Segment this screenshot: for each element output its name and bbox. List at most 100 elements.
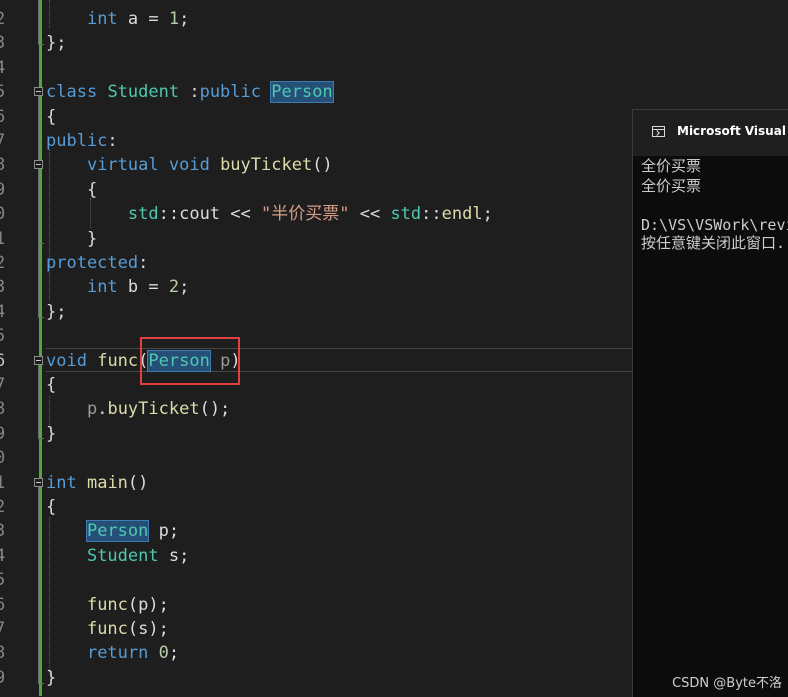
line-number: 1 xyxy=(0,229,6,249)
code-token: : xyxy=(179,82,200,102)
fold-toggle-class[interactable] xyxy=(34,87,43,96)
code-token: b = xyxy=(117,277,169,297)
type-token: Student xyxy=(107,82,180,102)
code-line[interactable]: protected: xyxy=(46,251,148,275)
code-line[interactable]: { xyxy=(46,105,56,129)
line-number: 4 xyxy=(0,302,6,322)
fold-region-end xyxy=(38,44,44,45)
debug-console-window[interactable]: Microsoft Visual Studio Debug Console 全价… xyxy=(632,109,788,697)
code-token: { xyxy=(46,497,57,517)
code-line[interactable]: return 0; xyxy=(46,641,179,665)
code-token: << xyxy=(349,204,391,224)
line-number: 9 xyxy=(0,668,6,688)
function-token: main xyxy=(86,473,128,493)
code-line[interactable]: Person p; xyxy=(46,519,179,543)
code-line[interactable]: }; xyxy=(46,31,66,55)
keyword-token: int xyxy=(86,9,118,29)
code-line[interactable]: { xyxy=(46,495,56,519)
fold-toggle-main[interactable] xyxy=(34,478,43,487)
keyword-token: protected xyxy=(46,253,139,273)
code-token: p; xyxy=(148,521,180,541)
type-token-highlighted: Person xyxy=(85,520,150,542)
code-token: { xyxy=(46,107,57,127)
line-number: 3 xyxy=(0,521,6,541)
line-number: 2 xyxy=(0,9,6,29)
fold-region-line xyxy=(38,96,39,317)
code-line[interactable]: } xyxy=(46,227,97,251)
fold-region-line xyxy=(38,365,39,438)
watermark: CSDN @Byte不洛 xyxy=(672,676,782,691)
terminal-icon xyxy=(652,126,665,137)
code-line[interactable]: } xyxy=(46,666,56,690)
keyword-token: int xyxy=(86,277,118,297)
console-output-line: 按任意键关闭此窗口... xyxy=(641,234,788,252)
code-token: ; xyxy=(168,643,180,663)
code-line[interactable]: func(s); xyxy=(46,617,169,641)
keyword-token: int xyxy=(46,473,77,493)
type-token-highlighted: Person xyxy=(270,81,334,103)
code-token: (p); xyxy=(127,595,169,615)
line-number: 5 xyxy=(0,326,6,346)
function-token: func xyxy=(86,595,128,615)
fold-region-line xyxy=(38,487,39,683)
line-number: 2 xyxy=(0,253,6,273)
code-line[interactable]: int b = 2; xyxy=(46,275,189,299)
code-token: } xyxy=(46,424,57,444)
line-number: 7 xyxy=(0,375,6,395)
fold-region-end xyxy=(38,317,44,318)
console-titlebar[interactable]: Microsoft Visual Studio Debug Console xyxy=(633,110,788,156)
code-token: } xyxy=(46,668,57,688)
function-token: buyTicket xyxy=(220,155,313,175)
code-token: ; xyxy=(482,204,493,224)
line-number: 0 xyxy=(0,448,6,468)
line-number: 0 xyxy=(0,204,6,224)
console-output-line: 全价买票 xyxy=(641,177,702,195)
fold-toggle-method[interactable] xyxy=(34,160,43,169)
code-line[interactable]: }; xyxy=(46,300,66,324)
function-token: func xyxy=(86,619,128,639)
console-output-line: D:\VS\VSWork\review xyxy=(641,216,788,234)
line-number: 3 xyxy=(0,277,6,297)
code-line[interactable]: { xyxy=(46,178,97,202)
code-line[interactable]: int a = 1; xyxy=(46,7,189,31)
code-token: : xyxy=(107,131,118,151)
code-line-class-declaration[interactable]: class Student :public Person xyxy=(46,80,334,104)
change-indicator-bar xyxy=(39,0,42,696)
function-token: endl xyxy=(441,204,483,224)
line-number: 8 xyxy=(0,155,6,175)
code-token: } xyxy=(86,229,98,249)
line-number: 2 xyxy=(0,497,6,517)
code-line[interactable]: { xyxy=(46,373,56,397)
code-line[interactable]: std::cout << "半价买票" << std::endl; xyxy=(46,202,493,226)
code-token: }; xyxy=(46,302,67,322)
line-number: 5 xyxy=(0,570,6,590)
code-token: (s); xyxy=(127,619,169,639)
line-number-current: 6 xyxy=(0,351,6,371)
string-token: "半价买票" xyxy=(261,204,350,224)
function-token: func xyxy=(97,351,139,371)
line-number: 8 xyxy=(0,643,6,663)
code-line[interactable]: } xyxy=(46,422,56,446)
line-number: 8 xyxy=(0,399,6,419)
code-token: :: xyxy=(421,204,442,224)
code-line[interactable]: public: xyxy=(46,129,118,153)
keyword-token: public xyxy=(46,131,108,151)
code-line[interactable]: func(p); xyxy=(46,593,169,617)
code-line-main-declaration[interactable]: int main() xyxy=(46,471,148,495)
line-number: 3 xyxy=(0,33,6,53)
line-number: 6 xyxy=(0,107,6,127)
code-token: () xyxy=(312,155,333,175)
code-token: { xyxy=(86,180,98,200)
code-line[interactable]: p.buyTicket(); xyxy=(46,397,230,421)
code-line[interactable]: virtual void buyTicket() xyxy=(46,153,333,177)
keyword-token: return xyxy=(86,643,149,663)
line-number-gutter: 2 3 4 5 6 7 8 9 0 1 2 3 4 5 6 7 8 9 0 1 … xyxy=(0,0,12,696)
fold-toggle-func[interactable] xyxy=(34,356,43,365)
code-line[interactable]: Student s; xyxy=(46,544,189,568)
code-token: . xyxy=(97,399,108,419)
